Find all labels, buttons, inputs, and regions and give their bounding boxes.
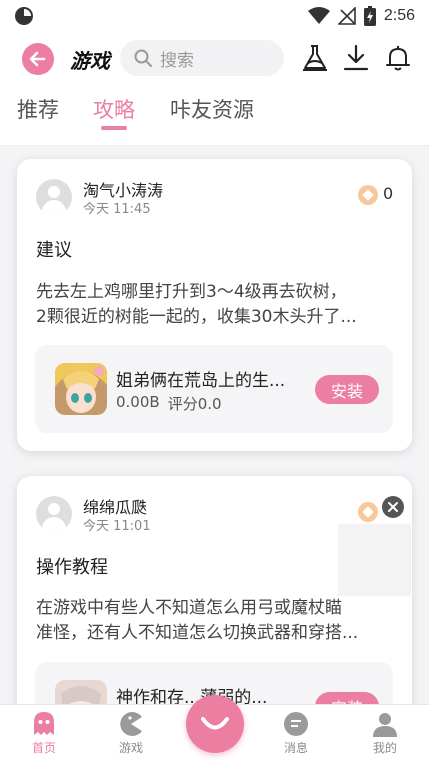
bottom-nav: 首页 游戏 消息 我的 bbox=[0, 695, 429, 764]
nav-home[interactable]: 首页 bbox=[14, 711, 74, 756]
nav-label: 游戏 bbox=[118, 741, 143, 755]
status-bar: 2:56 bbox=[0, 0, 429, 32]
post-body: 在游戏中有些人不知道怎么用弓或魔杖瞄 准怪，还有人不知道怎么切换武器和穿搭... bbox=[36, 596, 394, 646]
tab-bar: 推荐 攻略 咔友资源 bbox=[0, 86, 429, 146]
center-action-button[interactable] bbox=[186, 695, 244, 753]
post-body-line: 2颗很近的树能一起的，收集30木头升了... bbox=[36, 307, 357, 327]
game-rating: 评分0.0 bbox=[167, 395, 222, 413]
ghost-icon bbox=[34, 712, 54, 735]
download-icon[interactable] bbox=[342, 44, 370, 72]
nav-messages[interactable]: 消息 bbox=[266, 711, 326, 756]
flask-icon[interactable] bbox=[301, 44, 329, 72]
coin-count: 0 bbox=[383, 184, 394, 203]
post-body: 先去左上鸡哪里打升到3～4级再去砍树， 2颗很近的树能一起的，收集30木头升了.… bbox=[36, 280, 394, 330]
pacman-icon bbox=[120, 712, 142, 736]
battery-icon bbox=[363, 6, 376, 26]
message-icon bbox=[284, 712, 308, 736]
user-icon bbox=[373, 713, 397, 737]
nav-profile[interactable]: 我的 bbox=[355, 711, 415, 756]
search-input[interactable]: 搜索 bbox=[120, 40, 284, 76]
post-card[interactable]: 绵绵瓜瓞 今天 11:01 操作教程 在游戏中有些人不知道怎么用弓或魔杖瞄 准怪… bbox=[17, 476, 412, 726]
post-time: 今天 11:01 bbox=[83, 519, 151, 534]
coin-icon[interactable] bbox=[358, 502, 378, 522]
game-icon bbox=[55, 363, 107, 415]
post-body-line: 先去左上鸡哪里打升到3～4级再去砍树， bbox=[36, 282, 347, 302]
back-button[interactable] bbox=[22, 43, 54, 75]
smile-icon bbox=[201, 717, 229, 730]
nav-games[interactable]: 游戏 bbox=[101, 711, 161, 756]
game-name: 姐弟俩在荒岛上的生... bbox=[116, 371, 286, 391]
nav-label: 首页 bbox=[31, 741, 56, 755]
no-signal-icon bbox=[337, 7, 356, 25]
post-card[interactable]: 淘气小涛涛 今天 11:45 0 建议 先去左上鸡哪里打升到3～4级再去砍树， … bbox=[17, 159, 412, 451]
tab-resources[interactable]: 咔友资源 bbox=[170, 94, 254, 124]
post-body-line: 在游戏中有些人不知道怎么用弓或魔杖瞄 bbox=[36, 598, 342, 618]
active-tab-indicator bbox=[101, 126, 127, 130]
install-button[interactable]: 安装 bbox=[315, 375, 379, 404]
page-title: 游戏 bbox=[70, 49, 110, 73]
ad-banner[interactable] bbox=[338, 524, 411, 596]
wifi-icon bbox=[307, 7, 330, 24]
avatar[interactable] bbox=[36, 496, 72, 532]
app-notification-icon bbox=[15, 7, 33, 25]
game-card[interactable]: 姐弟俩在荒岛上的生... 0.00B 评分0.0 安装 bbox=[35, 345, 393, 433]
tab-recommend[interactable]: 推荐 bbox=[17, 94, 59, 124]
nav-label: 消息 bbox=[283, 741, 308, 755]
game-meta: 0.00B 评分0.0 bbox=[116, 393, 222, 414]
avatar[interactable] bbox=[36, 179, 72, 215]
header: 游戏 搜索 bbox=[0, 32, 429, 86]
search-placeholder: 搜索 bbox=[160, 50, 194, 71]
coin-icon[interactable] bbox=[358, 185, 378, 205]
status-time: 2:56 bbox=[383, 7, 415, 24]
arrow-left-icon bbox=[29, 51, 46, 67]
post-title: 建议 bbox=[36, 240, 72, 261]
nav-label: 我的 bbox=[372, 741, 397, 755]
search-icon bbox=[134, 49, 152, 67]
tab-guides[interactable]: 攻略 bbox=[93, 94, 135, 124]
post-time: 今天 11:45 bbox=[83, 202, 151, 217]
bell-icon[interactable] bbox=[384, 44, 412, 72]
game-size: 0.00B bbox=[116, 393, 160, 411]
post-body-line: 准怪，还有人不知道怎么切换武器和穿搭... bbox=[36, 623, 359, 643]
close-icon[interactable] bbox=[382, 496, 404, 518]
post-title: 操作教程 bbox=[36, 557, 108, 578]
